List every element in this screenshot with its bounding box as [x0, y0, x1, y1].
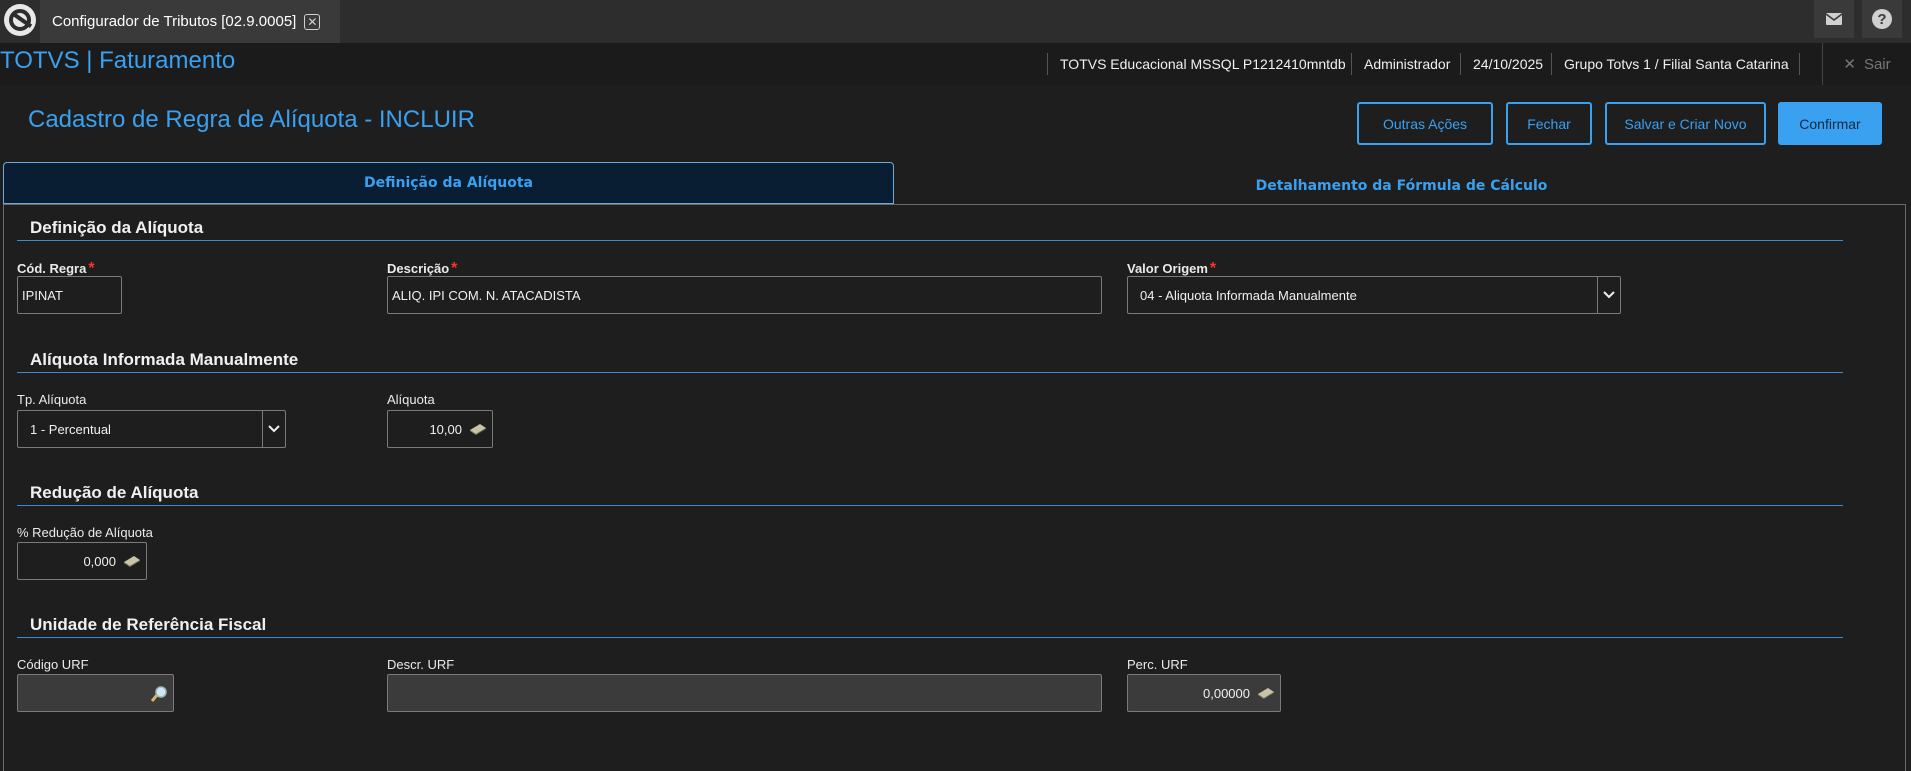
- mail-icon: [1826, 13, 1842, 25]
- section-title-aliquota-manual: Alíquota Informada Manualmente: [30, 350, 299, 369]
- calculator-icon[interactable]: [468, 422, 488, 436]
- aliquota-input[interactable]: 10,00: [387, 410, 493, 448]
- required-marker: *: [88, 260, 95, 277]
- brand-title: TOTVS | Faturamento: [0, 47, 236, 74]
- chevron-down-icon[interactable]: [262, 411, 285, 447]
- exit-button[interactable]: ✕ Sair: [1822, 43, 1911, 85]
- perc-urf-input[interactable]: 0,00000: [1127, 674, 1281, 712]
- perc-reducao-input[interactable]: 0,000: [17, 542, 147, 580]
- tab-detalhamento-formula[interactable]: Detalhamento da Fórmula de Cálculo: [894, 166, 1909, 206]
- confirm-button[interactable]: Confirmar: [1778, 102, 1882, 145]
- help-button[interactable]: ?: [1862, 0, 1902, 38]
- descricao-input[interactable]: ALIQ. IPI COM. N. ATACADISTA: [387, 276, 1102, 314]
- section-title-urf: Unidade de Referência Fiscal: [30, 615, 267, 634]
- date-info[interactable]: 24/10/2025: [1460, 53, 1543, 75]
- tab-definicao-aliquota[interactable]: Definição da Alíquota: [3, 162, 894, 204]
- section-title-reducao: Redução de Alíquota: [30, 483, 199, 502]
- app-tab[interactable]: Configurador de Tributos [02.9.0005] ✕: [40, 0, 340, 43]
- tp-aliquota-label: Tp. Alíquota: [17, 392, 87, 407]
- totvs-logo-icon[interactable]: [4, 4, 36, 36]
- descr-urf-label: Descr. URF: [387, 657, 455, 672]
- app-header: TOTVS | Faturamento TOTVS Educacional MS…: [0, 43, 1911, 85]
- section-title-definicao: Definição da Alíquota: [30, 218, 204, 237]
- close-icon: ✕: [1843, 56, 1856, 73]
- top-tab-bar: Configurador de Tributos [02.9.0005] ✕ ?: [0, 0, 1911, 43]
- section-divider: [17, 637, 1843, 638]
- descr-urf-input[interactable]: [387, 674, 1102, 712]
- codigo-urf-label: Código URF: [17, 657, 89, 672]
- chevron-down-icon[interactable]: [1597, 277, 1620, 313]
- aliquota-label: Alíquota: [387, 392, 435, 407]
- page-title: Cadastro de Regra de Alíquota - INCLUIR: [28, 106, 475, 133]
- required-marker: *: [1209, 260, 1217, 277]
- other-actions-button[interactable]: Outras Ações: [1357, 102, 1493, 145]
- calculator-icon[interactable]: [122, 554, 142, 568]
- section-divider: [17, 505, 1843, 506]
- tp-aliquota-select[interactable]: 1 - Percentual: [17, 410, 286, 448]
- close-icon[interactable]: ✕: [304, 13, 321, 30]
- cod-regra-input[interactable]: IPINAT: [17, 276, 122, 314]
- perc-reducao-label: % Redução de Alíquota: [17, 525, 153, 540]
- search-icon[interactable]: [149, 684, 169, 704]
- close-button[interactable]: Fechar: [1506, 102, 1592, 145]
- save-and-new-button[interactable]: Salvar e Criar Novo: [1605, 102, 1766, 145]
- environment-info[interactable]: TOTVS Educacional MSSQL P1212410mntdb: [1047, 53, 1346, 75]
- help-icon: ?: [1872, 9, 1892, 29]
- branch-info[interactable]: Grupo Totvs 1 / Filial Santa Catarina: [1551, 53, 1800, 75]
- section-divider: [17, 240, 1843, 241]
- valor-origem-select[interactable]: 04 - Aliquota Informada Manualmente: [1127, 276, 1621, 314]
- exit-label: Sair: [1863, 55, 1891, 73]
- section-divider: [17, 372, 1843, 373]
- calculator-icon[interactable]: [1256, 686, 1276, 700]
- perc-urf-label: Perc. URF: [1127, 657, 1188, 672]
- app-tab-title: Configurador de Tributos [02.9.0005]: [52, 13, 297, 30]
- mail-button[interactable]: [1814, 0, 1854, 38]
- required-marker: *: [451, 260, 458, 277]
- codigo-urf-input[interactable]: [17, 674, 174, 712]
- user-info[interactable]: Administrador: [1351, 53, 1450, 75]
